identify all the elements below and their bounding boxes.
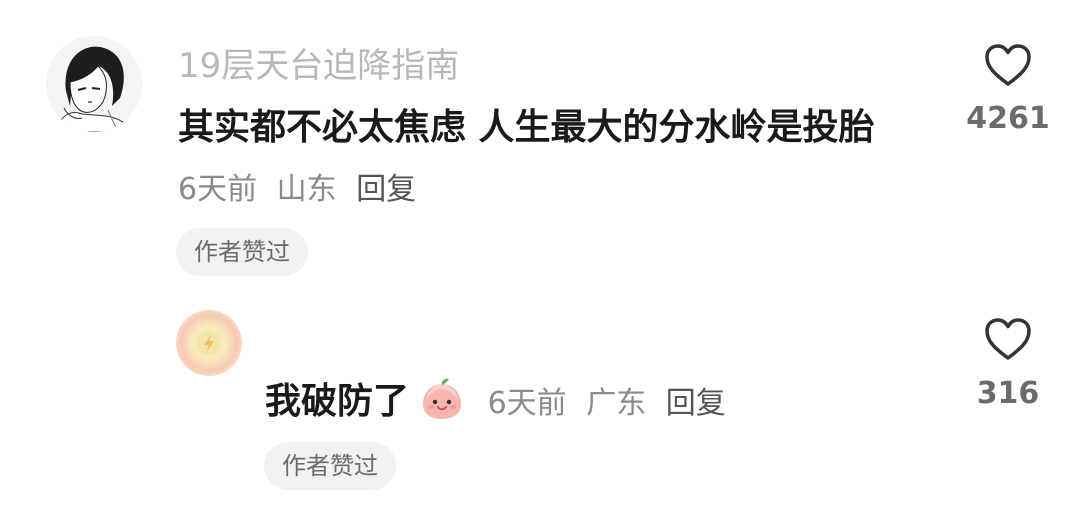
like-button[interactable]: [983, 42, 1033, 92]
reply-button[interactable]: 回复: [356, 172, 416, 207]
reply-content: 我破防了 6天前 广东 回复: [265, 372, 736, 431]
heart-outline-icon: [985, 318, 1031, 360]
reply-location: 广东: [586, 386, 647, 421]
comment-location: 山东: [276, 172, 337, 207]
avatar-illustration-icon: [46, 36, 142, 132]
like-count: 316: [976, 376, 1040, 411]
comment-text: 其实都不必太焦虑 人生最大的分水岭是投胎: [178, 107, 875, 148]
comment-time: 6天前: [178, 172, 258, 207]
like-count: 4261: [966, 101, 1050, 136]
author-liked-badge: 作者赞过: [264, 442, 396, 490]
like-button[interactable]: [983, 316, 1033, 366]
lightning-icon: [197, 331, 221, 355]
heart-outline-icon: [985, 44, 1031, 86]
comment-meta: 6天前 山东 回复: [178, 164, 426, 208]
reply-time: 6天前: [487, 386, 567, 421]
author-liked-badge: 作者赞过: [176, 228, 308, 276]
avatar[interactable]: [46, 36, 142, 132]
comment-username[interactable]: 19层天台迫降指南: [178, 38, 459, 87]
peach-bun-emoji: [419, 376, 465, 431]
reply-text: 我破防了: [265, 381, 410, 422]
reply-meta: 6天前 广东 回复: [488, 386, 736, 421]
reply-button[interactable]: 回复: [666, 386, 726, 421]
avatar[interactable]: [176, 310, 242, 376]
